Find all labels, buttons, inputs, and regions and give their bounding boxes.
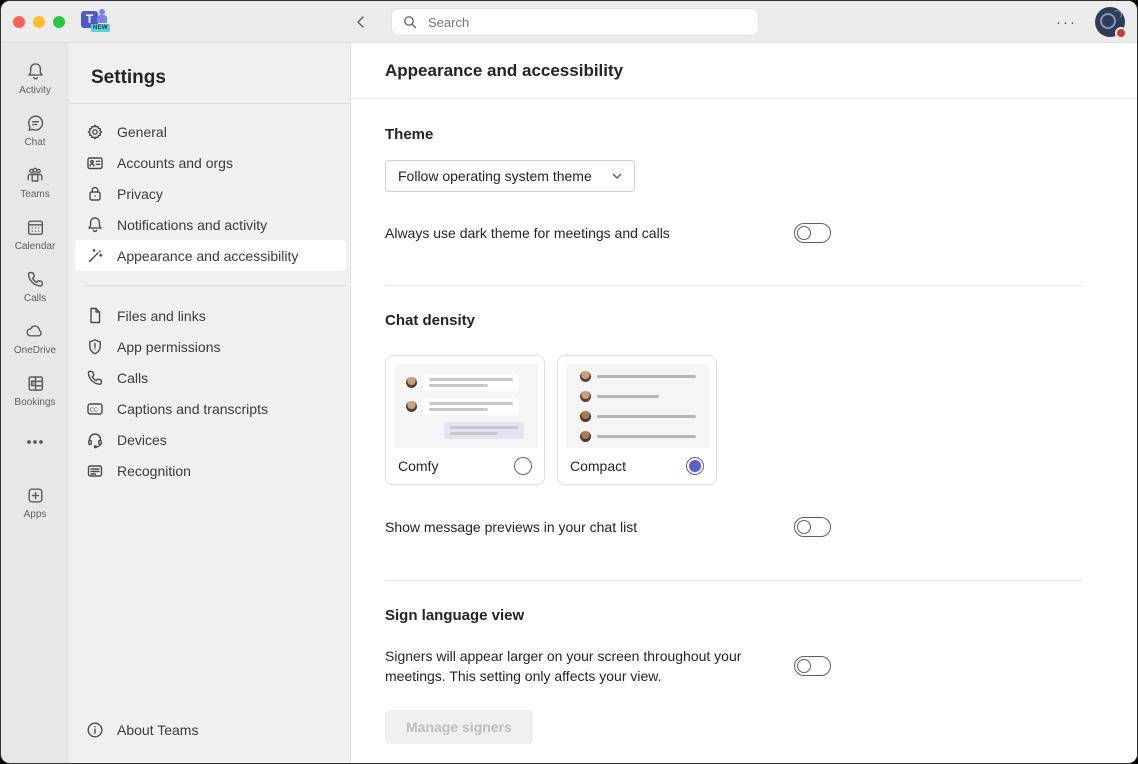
sidebar-item-calls[interactable]: Calls [75,362,346,393]
app-rail: Activity Chat Teams Calendar Calls OneDr… [1,43,69,763]
gear-icon [85,122,105,142]
settings-sidebar: Settings General Accounts and orgs Priva… [69,43,351,763]
svg-text:B: B [32,381,35,387]
avatar [580,411,591,422]
section-divider [385,285,1083,286]
info-icon [85,720,105,740]
bookings-icon: B [25,373,46,394]
avatar[interactable] [1095,7,1125,37]
sign-language-description: Signers will appear larger on your scree… [385,646,761,686]
zoom-window-button[interactable] [53,16,65,28]
density-option-compact[interactable]: Compact [557,355,717,485]
sidebar-item-accounts-and-orgs[interactable]: Accounts and orgs [75,147,346,178]
theme-dropdown[interactable]: Follow operating system theme [385,160,635,192]
dark-theme-toggle-label: Always use dark theme for meetings and c… [385,223,670,243]
bell-icon [25,61,46,82]
message-previews-toggle-label: Show message previews in your chat list [385,517,637,537]
minimize-window-button[interactable] [33,16,45,28]
sign-language-heading: Sign language view [385,607,1083,624]
file-icon [85,306,105,326]
id-card-icon [85,153,105,173]
compact-label: Compact [570,458,626,474]
dark-theme-toggle[interactable] [794,223,831,243]
phone-icon [85,368,105,388]
avatar [580,431,591,442]
close-window-button[interactable] [13,16,25,28]
sign-language-toggle[interactable] [794,656,831,676]
traffic-lights [13,16,65,28]
back-button[interactable] [351,12,371,32]
sidebar-item-recognition[interactable]: Recognition [75,455,346,486]
search-icon [402,14,418,30]
chat-density-heading: Chat density [385,312,1083,329]
teams-window: T NEW Search ··· Activity [0,0,1138,764]
comfy-preview-illustration [394,364,538,448]
avatar [406,377,417,388]
teams-logo-people [97,9,109,23]
wand-icon [85,246,105,266]
compact-preview-illustration [566,364,710,448]
sidebar-item-appearance-and-accessibility[interactable]: Appearance and accessibility [75,240,346,271]
sidebar-item-app-permissions[interactable]: App permissions [75,331,346,362]
presence-busy-badge [1115,27,1127,39]
sidebar-item-notifications[interactable]: Notifications and activity [75,209,346,240]
sidebar-item-about-teams[interactable]: About Teams [75,714,346,745]
sidebar-item-privacy[interactable]: Privacy [75,178,346,209]
rail-more-button[interactable] [3,425,67,463]
sidebar-group-divider [85,285,346,286]
search-input[interactable]: Search [391,8,759,36]
apps-plus-icon [25,485,46,506]
cloud-icon [24,321,46,342]
more-ellipsis-icon [25,439,45,445]
rail-item-chat[interactable]: Chat [3,105,67,157]
rail-item-apps[interactable]: Apps [3,477,67,529]
rail-item-bookings[interactable]: B Bookings [3,365,67,417]
settings-title: Settings [91,67,350,89]
shield-icon [85,337,105,357]
people-icon [24,165,46,186]
theme-dropdown-value: Follow operating system theme [398,168,592,184]
avatar [406,401,417,412]
svg-text:CC: CC [90,407,98,413]
message-previews-toggle[interactable] [794,517,831,537]
new-badge: NEW [91,24,110,32]
settings-group-2: Files and links App permissions Calls CC… [69,288,350,498]
sidebar-item-files-and-links[interactable]: Files and links [75,300,346,331]
settings-group-1: General Accounts and orgs Privacy Notifi… [69,104,350,283]
sidebar-item-captions-and-transcripts[interactable]: CC Captions and transcripts [75,393,346,424]
lock-icon [85,184,105,204]
main-header: Appearance and accessibility [351,43,1137,99]
page-title: Appearance and accessibility [385,61,623,81]
search-placeholder: Search [428,15,469,30]
title-bar: T NEW Search ··· [1,1,1137,43]
headset-icon [85,430,105,450]
phone-icon [25,269,46,290]
cc-icon: CC [85,399,105,419]
compact-radio[interactable] [686,457,704,475]
density-option-comfy[interactable]: Comfy [385,355,545,485]
rail-item-onedrive[interactable]: OneDrive [3,313,67,365]
settings-content: Theme Follow operating system theme Alwa… [351,99,1137,763]
chat-bubble-icon [25,113,46,134]
avatar [580,391,591,402]
rail-item-teams[interactable]: Teams [3,157,67,209]
rail-item-activity[interactable]: Activity [3,53,67,105]
chevron-down-icon [610,169,624,183]
calendar-icon [25,217,46,238]
comfy-radio[interactable] [514,457,532,475]
teams-app-icon: T NEW [81,9,111,35]
bell-icon [85,215,105,235]
document-lines-icon [85,461,105,481]
more-options-button[interactable]: ··· [1056,14,1077,31]
section-divider [385,580,1083,581]
sidebar-item-general[interactable]: General [75,116,346,147]
rail-item-calendar[interactable]: Calendar [3,209,67,261]
theme-heading: Theme [385,126,1083,143]
comfy-label: Comfy [398,458,438,474]
manage-signers-button[interactable]: Manage signers [385,710,533,744]
avatar [580,371,591,382]
sidebar-item-devices[interactable]: Devices [75,424,346,455]
rail-item-calls[interactable]: Calls [3,261,67,313]
settings-main-panel: Appearance and accessibility Theme Follo… [351,43,1137,763]
